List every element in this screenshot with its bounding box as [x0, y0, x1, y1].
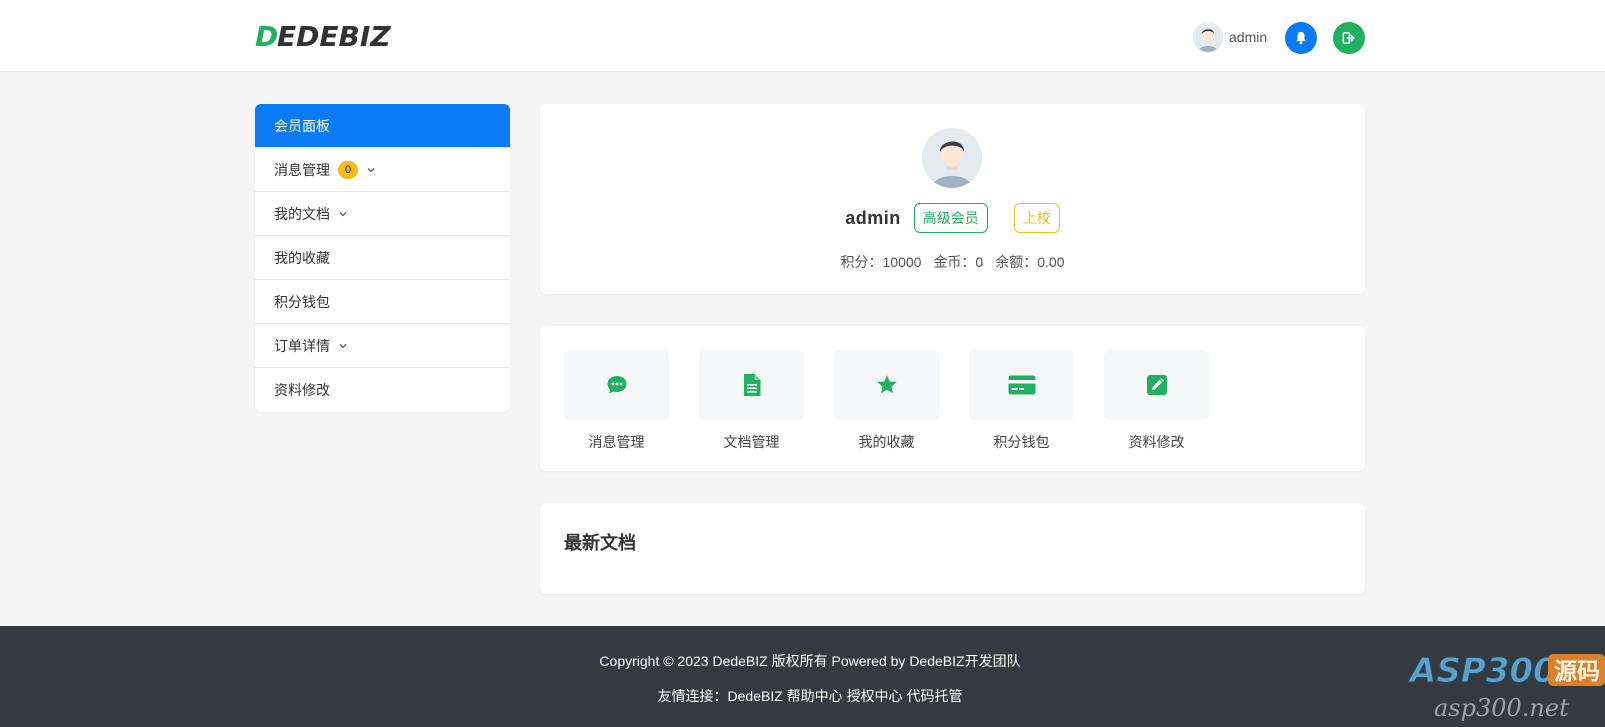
- sidebar-item-label: 我的收藏: [274, 249, 330, 266]
- sidebar-item-label: 我的文档: [274, 205, 330, 222]
- logo[interactable]: D EDEBIZ: [255, 20, 400, 52]
- quick-label[interactable]: 文档管理: [724, 432, 780, 452]
- profile-name-row: admin 高级会员 上校: [540, 203, 1365, 233]
- bell-icon: [1296, 31, 1306, 45]
- watermark-text-1: ASP300: [1408, 651, 1557, 691]
- footer-copyright: Copyright © 2023 DedeBIZ 版权所有 Powered by…: [599, 653, 1021, 669]
- logo-text: EDEBIZ: [277, 20, 391, 52]
- quick-icon-tile[interactable]: [834, 350, 939, 420]
- quick-label[interactable]: 积分钱包: [994, 432, 1050, 452]
- quick-wallet[interactable]: 积分钱包: [969, 350, 1074, 452]
- footer-link-license[interactable]: 授权中心: [847, 688, 903, 704]
- header-username[interactable]: admin: [1229, 29, 1267, 45]
- logout-icon: [1342, 31, 1355, 45]
- quick-icon-tile[interactable]: [699, 350, 804, 420]
- sidebar-item-label: 积分钱包: [274, 293, 330, 310]
- sidebar-item-orders[interactable]: 订单详情: [255, 324, 510, 368]
- footer: Copyright © 2023 DedeBIZ 版权所有 Powered by…: [0, 626, 1605, 727]
- edit-icon: [1146, 375, 1167, 395]
- profile-card: admin 高级会员 上校 积分：10000 金币：0 余额：0.00: [540, 104, 1365, 294]
- balance-stat: 余额：0.00: [995, 254, 1065, 270]
- footer-link-help[interactable]: 帮助中心: [787, 688, 843, 704]
- quick-actions-card: 消息管理 文档管理 我的收藏 积分钱包 资料修改: [540, 326, 1365, 471]
- sidebar-item-label: 资料修改: [274, 382, 330, 398]
- sidebar-item-messages[interactable]: 消息管理 0: [255, 148, 510, 192]
- quick-edit-profile[interactable]: 资料修改: [1104, 350, 1209, 452]
- watermark-text-2: 源码: [1554, 659, 1600, 685]
- profile-username: admin: [845, 207, 901, 228]
- profile-stats: 积分：10000 金币：0 余额：0.00: [540, 252, 1365, 272]
- watermark-text-3: asp300.net: [1434, 694, 1569, 722]
- chevron-down-icon: [339, 343, 347, 348]
- asp300-watermark: ASP300 源码 asp300.net: [1408, 651, 1605, 722]
- sidebar-item-label: 消息管理: [274, 161, 330, 178]
- chat-icon: [607, 376, 626, 394]
- footer-links: 友情连接：DedeBIZ 帮助中心 授权中心 代码托管: [0, 686, 1605, 706]
- sidebar-item-favorites[interactable]: 我的收藏: [255, 236, 510, 280]
- quick-documents[interactable]: 文档管理: [699, 350, 804, 452]
- sidebar-item-wallet[interactable]: 积分钱包: [255, 280, 510, 324]
- sidebar-item-edit-profile[interactable]: 资料修改: [255, 368, 510, 412]
- footer-link-code-hosting[interactable]: 代码托管: [906, 688, 962, 704]
- latest-documents-card: 最新文档: [540, 503, 1365, 594]
- sidebar-item-label: 订单详情: [274, 337, 330, 354]
- footer-links-prefix: 友情连接：: [657, 688, 728, 704]
- quick-icon-tile[interactable]: [969, 350, 1074, 420]
- quick-actions-list: 消息管理 文档管理 我的收藏 积分钱包 资料修改: [564, 350, 1239, 452]
- sidebar-item-my-documents[interactable]: 我的文档: [255, 192, 510, 236]
- chevron-down-icon: [339, 211, 347, 216]
- member-level-tag: 高级会员: [913, 203, 988, 233]
- member-rank-tag: 上校: [1013, 203, 1060, 233]
- document-icon: [743, 374, 760, 396]
- dedebiz-logo: D EDEBIZ: [255, 20, 391, 52]
- quick-label[interactable]: 我的收藏: [859, 432, 915, 452]
- svg-text:D: D: [255, 20, 278, 52]
- notification-button[interactable]: [1285, 22, 1317, 54]
- logout-button[interactable]: [1333, 22, 1365, 54]
- credit-card-icon: [1008, 375, 1035, 395]
- quick-icon-tile[interactable]: [564, 350, 669, 420]
- user-menu[interactable]: admin: [1193, 22, 1267, 52]
- quick-messages[interactable]: 消息管理: [564, 350, 669, 452]
- coins-stat: 金币：0: [933, 254, 984, 270]
- profile-avatar: [922, 128, 982, 188]
- sidebar-item-member-panel[interactable]: 会员面板: [255, 104, 510, 148]
- footer-link-dedebiz[interactable]: DedeBIZ: [728, 688, 783, 704]
- avatar[interactable]: [1193, 22, 1223, 52]
- message-count-badge: 0: [338, 160, 358, 179]
- star-icon: [876, 375, 897, 394]
- sidebar-nav: 会员面板 消息管理 0 我的文档 我的收藏 积分钱包 订单详情 资料修改: [255, 104, 510, 412]
- quick-favorites[interactable]: 我的收藏: [834, 350, 939, 452]
- top-header: D EDEBIZ admin: [0, 0, 1605, 72]
- sidebar-item-label: 会员面板: [274, 117, 330, 134]
- quick-label[interactable]: 消息管理: [589, 432, 645, 452]
- chevron-down-icon: [367, 167, 375, 172]
- quick-label[interactable]: 资料修改: [1129, 432, 1185, 452]
- points-stat: 积分：10000: [840, 254, 922, 270]
- latest-documents-title: 最新文档: [564, 533, 636, 553]
- quick-icon-tile[interactable]: [1104, 350, 1209, 420]
